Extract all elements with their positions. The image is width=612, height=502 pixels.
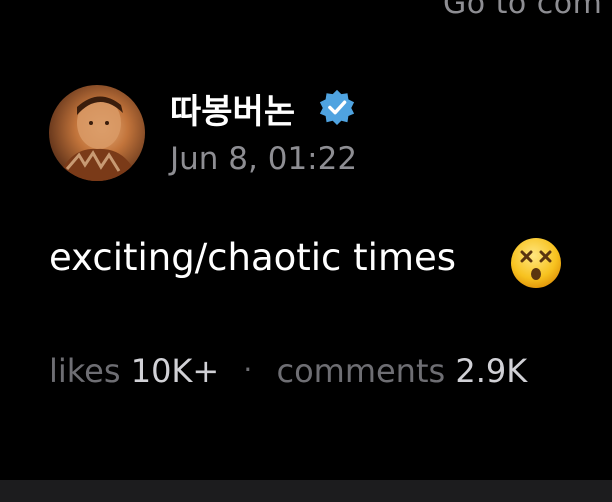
post-stats: likes 10K+ · comments 2.9K [49,352,527,390]
post-text: exciting/chaotic times [49,236,457,279]
verified-badge-icon [319,89,355,126]
likes-count[interactable]: 10K+ [131,352,220,390]
avatar[interactable] [49,85,145,181]
username[interactable]: 따봉버논 [170,84,295,133]
post-timestamp: Jun 8, 01:22 [170,141,358,177]
post-card: 따봉버논 Jun 8, 01:22 exciting/chaotic times… [0,0,612,480]
avatar-image [57,96,139,181]
stats-separator: · [243,353,253,386]
comments-count[interactable]: 2.9K [455,352,527,390]
comments-label[interactable]: comments [276,352,455,390]
dizzy-face-emoji-icon [511,238,561,288]
likes-label[interactable]: likes [49,352,131,390]
bottom-bar [0,480,612,502]
